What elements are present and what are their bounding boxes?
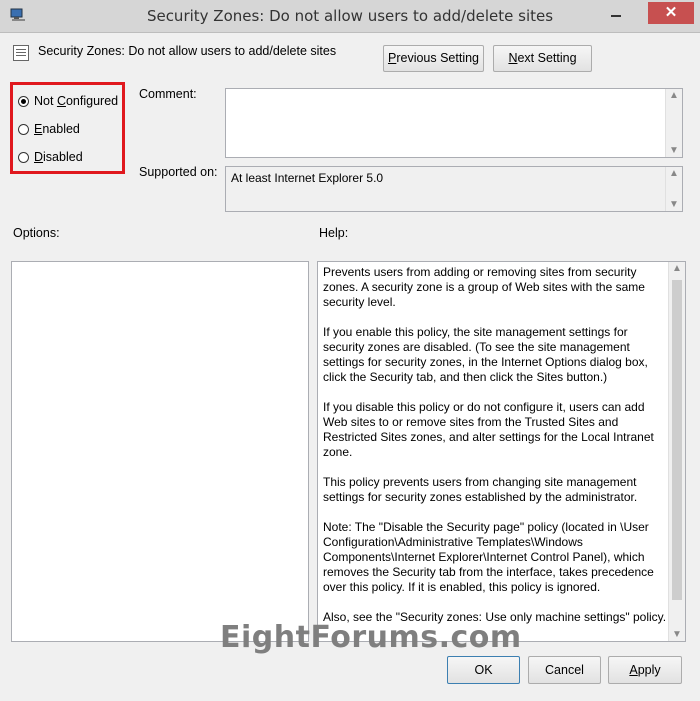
scroll-up-icon[interactable]: ▲ — [666, 168, 682, 179]
policy-title: Security Zones: Do not allow users to ad… — [38, 44, 337, 58]
supported-on-scrollbar[interactable]: ▲ ▼ — [665, 167, 682, 211]
previous-setting-button[interactable]: Previous Setting — [383, 45, 484, 72]
scroll-down-icon[interactable]: ▼ — [669, 629, 685, 640]
options-panel — [11, 261, 309, 642]
radio-button-enabled[interactable] — [18, 123, 29, 135]
help-label: Help: — [319, 226, 349, 240]
radio-label-disabled: Disabled — [34, 150, 83, 164]
supported-on-label: Supported on: — [139, 165, 218, 179]
radio-button-disabled[interactable] — [18, 151, 29, 163]
radio-label-not-configured: Not Configured — [34, 94, 119, 108]
radio-label-enabled: Enabled — [34, 122, 80, 136]
window-title: Security Zones: Do not allow users to ad… — [146, 7, 554, 25]
options-label: Options: — [13, 226, 60, 240]
supported-on-value: At least Internet Explorer 5.0 — [231, 171, 384, 185]
help-paragraph: Prevents users from adding or removing s… — [323, 265, 645, 309]
help-paragraph: This policy prevents users from changing… — [323, 475, 638, 504]
title-bar: Security Zones: Do not allow users to ad… — [0, 0, 700, 33]
help-text: Prevents users from adding or removing s… — [323, 265, 668, 640]
radio-not-configured[interactable]: Not Configured — [18, 92, 118, 110]
apply-accesskey: A — [629, 663, 638, 677]
apply-label: pply — [637, 663, 661, 677]
comment-scrollbar[interactable]: ▲ ▼ — [665, 89, 682, 157]
supported-on-box: At least Internet Explorer 5.0 ▲ ▼ — [225, 166, 683, 212]
apply-button[interactable]: Apply — [608, 656, 682, 684]
scroll-down-icon[interactable]: ▼ — [666, 199, 682, 210]
help-paragraph: If you enable this policy, the site mana… — [323, 325, 648, 384]
scroll-thumb[interactable] — [672, 280, 682, 600]
previous-setting-label: revious Setting — [396, 51, 480, 65]
scroll-up-icon[interactable]: ▲ — [669, 263, 685, 274]
help-scrollbar[interactable]: ▲ ▼ — [668, 262, 685, 641]
state-radio-group: Not Configured Enabled Disabled — [10, 82, 125, 174]
next-setting-label: ext Setting — [517, 51, 577, 65]
scroll-down-icon[interactable]: ▼ — [666, 145, 682, 156]
comment-label: Comment: — [139, 87, 197, 101]
help-paragraph: If you disable this policy or do not con… — [323, 400, 654, 459]
policy-icon — [13, 45, 29, 61]
radio-button-not-configured[interactable] — [18, 95, 29, 107]
help-paragraph: Note: The "Disable the Security page" po… — [323, 520, 654, 594]
watermark: EightForums.com — [220, 620, 522, 655]
comment-textarea[interactable]: ▲ ▼ — [225, 88, 683, 158]
help-panel[interactable]: Prevents users from adding or removing s… — [317, 261, 686, 642]
radio-disabled[interactable]: Disabled — [18, 148, 83, 166]
cancel-button[interactable]: Cancel — [528, 656, 601, 684]
close-button[interactable]: ✕ — [648, 2, 694, 24]
minimize-button[interactable] — [603, 2, 629, 24]
radio-enabled[interactable]: Enabled — [18, 120, 80, 138]
next-setting-button[interactable]: Next Setting — [493, 45, 592, 72]
ok-button[interactable]: OK — [447, 656, 520, 684]
scroll-up-icon[interactable]: ▲ — [666, 90, 682, 101]
